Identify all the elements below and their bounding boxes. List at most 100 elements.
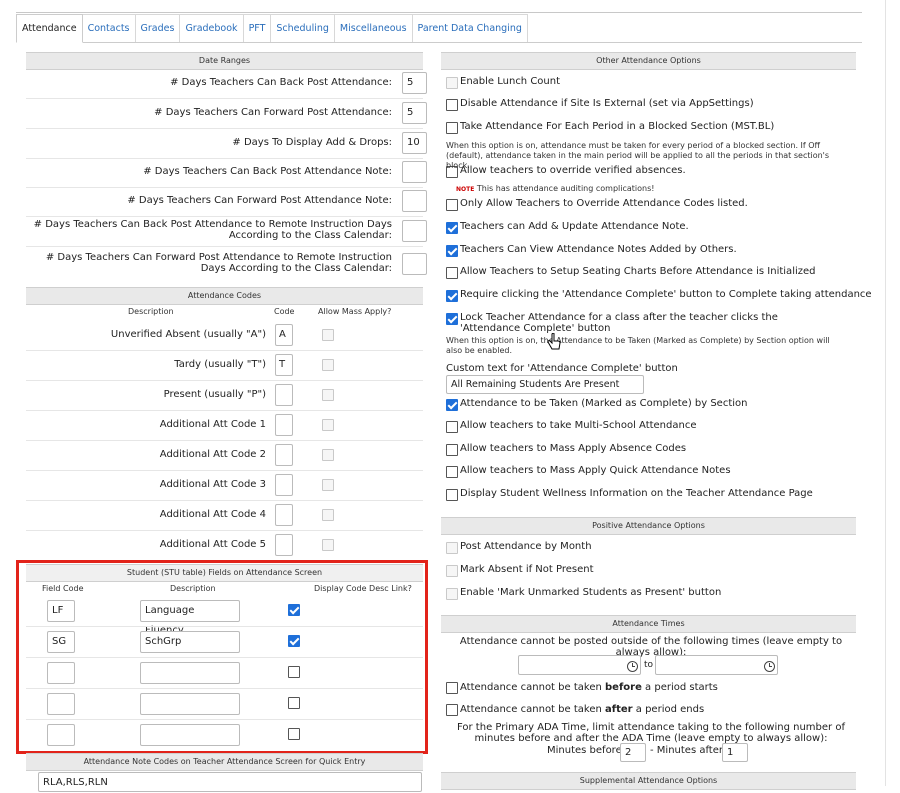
custom-text-input[interactable]: All Remaining Students Are Present [446,375,644,394]
clock-icon[interactable] [627,661,638,672]
lock-note: When this option is on, the Attendance t… [446,336,830,355]
option-checkbox[interactable] [446,489,458,501]
after-period-label: Attendance cannot be taken after a perio… [460,704,704,715]
option-checkbox[interactable] [446,313,458,325]
before-period-checkbox[interactable] [446,682,458,694]
option-checkbox[interactable] [446,222,458,234]
option-checkbox[interactable] [446,421,458,433]
option-checkbox[interactable] [446,245,458,257]
att-code-input[interactable] [275,444,293,466]
positive-option-label: Mark Absent if Not Present [460,564,594,575]
att-code-description: Additional Att Code 2 [159,449,266,460]
date-range-input[interactable]: 5 [402,102,427,124]
other-options-header: Other Attendance Options [441,52,856,70]
tab-attendance[interactable]: Attendance [16,14,83,43]
custom-text-label: Custom text for 'Attendance Complete' bu… [446,363,678,374]
tab-pft[interactable]: PFT [243,14,272,42]
positive-option-checkbox [446,542,458,554]
minutes-before-input[interactable]: 2 [620,743,646,762]
to-label: to [644,660,654,670]
after-period-checkbox[interactable] [446,704,458,716]
date-range-label: # Days Teachers Can Forward Post Attenda… [154,107,392,118]
option-label: Allow teachers to Mass Apply Quick Atten… [460,465,731,476]
option-checkbox[interactable] [446,99,458,111]
col-description: Description [128,307,174,316]
minutes-after-label: - Minutes after: [650,745,727,756]
after-text-c: a period ends [632,704,705,715]
option-label: Enable Lunch Count [460,76,561,87]
row-divider [26,187,423,188]
page-divider [885,0,886,786]
att-code-input[interactable] [275,534,293,556]
hand-cursor-icon [547,333,561,350]
option-checkbox[interactable] [446,122,458,134]
minutes-before-label: Minutes before: [547,745,626,756]
option-checkbox[interactable] [446,290,458,302]
tab-parent-data-changing[interactable]: Parent Data Changing [412,14,528,42]
option-label: Allow teachers to Mass Apply Absence Cod… [460,443,687,454]
supplemental-options-header: Supplemental Attendance Options [441,772,856,790]
mass-apply-checkbox [322,509,334,521]
row-divider [26,500,423,501]
att-code-input[interactable] [275,384,293,406]
after-text-b: after [605,704,633,715]
att-code-input[interactable] [275,474,293,496]
row-divider [26,470,423,471]
option-label: Require clicking the 'Attendance Complet… [460,289,872,300]
start-time-input[interactable] [518,655,641,675]
before-period-label: Attendance cannot be taken before a peri… [460,682,718,693]
tab-scheduling[interactable]: Scheduling [271,14,335,42]
mass-apply-checkbox [322,479,334,491]
option-label: Only Allow Teachers to Override Attendan… [460,198,748,209]
end-time-input[interactable] [655,655,778,675]
tab-contacts[interactable]: Contacts [82,14,136,42]
minutes-after-input[interactable]: 1 [722,743,748,762]
row-divider [26,98,423,99]
col-mass-apply: Allow Mass Apply? [318,307,392,316]
att-code-input[interactable] [275,504,293,526]
date-range-input[interactable] [402,220,427,242]
mass-apply-checkbox [322,359,334,371]
tab-bar: Attendance Contacts Grades Gradebook PFT Sche… [16,14,862,43]
row-divider [26,216,423,217]
mass-apply-checkbox [322,449,334,461]
col-code: Code [274,307,295,316]
att-code-input[interactable] [275,414,293,436]
tab-gradebook[interactable]: Gradebook [180,14,244,42]
row-divider [26,440,423,441]
att-code-description: Unverified Absent (usually "A") [110,329,266,340]
att-code-input[interactable]: T [275,354,293,376]
option-label: Teachers Can View Attendance Notes Added… [460,244,737,255]
mass-apply-checkbox [322,389,334,401]
date-range-label: # Days Teachers Can Back Post Attendance… [33,219,392,241]
option-checkbox[interactable] [446,466,458,478]
tab-miscellaneous[interactable]: Miscellaneous [334,14,413,42]
date-range-input[interactable] [402,161,427,183]
ada-description: For the Primary ADA Time, limit attendan… [457,722,845,744]
date-range-input[interactable] [402,253,427,275]
option-checkbox[interactable] [446,444,458,456]
positive-option-checkbox [446,565,458,577]
attendance-codes-header: Attendance Codes [26,287,423,305]
attendance-times-header: Attendance Times [441,615,856,633]
note-tag: NOTE [456,186,475,193]
option-checkbox[interactable] [446,399,458,411]
positive-options-header: Positive Attendance Options [441,517,856,535]
date-range-input[interactable]: 10 [402,132,427,154]
option-checkbox[interactable] [446,199,458,211]
clock-icon[interactable] [764,661,775,672]
date-range-input[interactable]: 5 [402,72,427,94]
att-code-description: Tardy (usually "T") [174,359,266,370]
mass-apply-checkbox [322,419,334,431]
tab-grades[interactable]: Grades [135,14,181,42]
date-range-input[interactable] [402,190,427,212]
date-range-label: # Days Teachers Can Forward Post Attenda… [127,195,392,206]
positive-option-label: Enable 'Mark Unmarked Students as Presen… [460,587,722,598]
mass-apply-checkbox [322,329,334,341]
att-code-input[interactable]: A [275,324,293,346]
highlight-box [16,560,428,754]
note-codes-input[interactable]: RLA,RLS,RLN [38,772,422,792]
option-checkbox[interactable] [446,267,458,279]
option-label: Teachers can Add & Update Attendance Not… [460,221,689,232]
row-divider [26,246,423,247]
